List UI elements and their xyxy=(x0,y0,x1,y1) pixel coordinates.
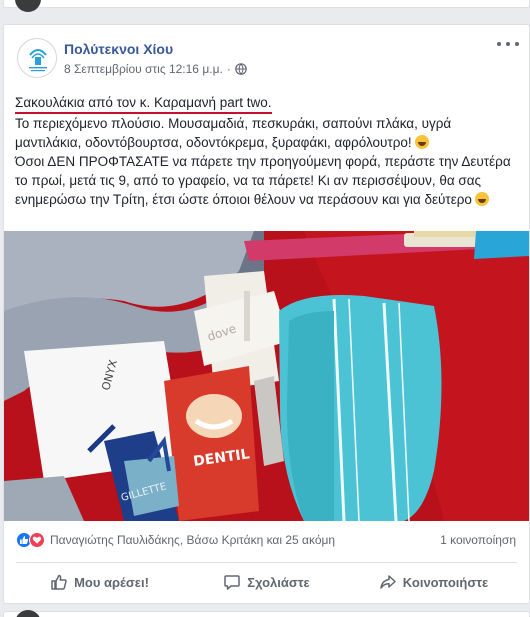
share-button[interactable]: Κοινοποιήστε xyxy=(350,566,517,598)
more-dot xyxy=(506,42,510,46)
love-reaction-icon xyxy=(29,532,45,548)
next-post-card xyxy=(3,611,530,617)
page-avatar[interactable] xyxy=(17,38,57,78)
previous-post-card xyxy=(3,0,530,8)
page-logo-icon xyxy=(19,40,56,77)
like-button-label: Μου αρέσει! xyxy=(74,574,149,590)
reactions-summary[interactable]: Παναγιώτης Παυλιδάκης, Βάσω Κριτάκη και … xyxy=(16,531,335,549)
more-dot xyxy=(497,42,501,46)
smiling-emoji-icon xyxy=(474,192,489,206)
meta-separator: · xyxy=(226,62,231,76)
share-button-label: Κοινοποιήστε xyxy=(402,574,489,590)
laughing-emoji-icon xyxy=(414,135,429,149)
post-paragraph-1: Το περιεχόμενο πλούσιο. Μουσαμαδιά, πεσκ… xyxy=(15,116,452,150)
post-actions: Μου αρέσει! Σχολιάστε Κοινοποιήστε xyxy=(16,566,517,598)
post-headline: Σακουλάκια από τον κ. Καραμανή part two. xyxy=(15,93,272,114)
post-photo[interactable]: dove ONYX DENTIL GILLETTE xyxy=(4,231,529,521)
share-count[interactable]: 1 κοινοποίηση xyxy=(440,533,516,547)
post-meta: 8 Σεπτεμβρίου στις 12:16 μ.μ. · xyxy=(64,62,247,76)
share-arrow-icon xyxy=(380,575,396,589)
post-text: Σακουλάκια από τον κ. Καραμανή part two.… xyxy=(15,93,515,209)
like-button[interactable]: Μου αρέσει! xyxy=(16,566,183,598)
globe-icon[interactable] xyxy=(235,63,247,75)
more-options-icon[interactable] xyxy=(497,37,519,51)
comment-button-label: Σχολιάστε xyxy=(247,574,310,590)
post-paragraph-2: Όσοι ΔΕΝ ΠΡΟΦΤΑΣΑΤΕ να πάρετε την προηγο… xyxy=(15,154,511,207)
post-card: Πολύτεκνοι Χίου 8 Σεπτεμβρίου στις 12:16… xyxy=(3,24,530,604)
comment-button[interactable]: Σχολιάστε xyxy=(183,566,350,598)
more-dot xyxy=(515,42,519,46)
post-timestamp[interactable]: 8 Σεπτεμβρίου στις 12:16 μ.μ. xyxy=(64,62,223,76)
comment-icon xyxy=(224,575,241,590)
thumbs-up-icon xyxy=(51,574,67,590)
actions-divider xyxy=(16,562,517,563)
page-name-link[interactable]: Πολύτεκνοι Χίου xyxy=(64,41,173,57)
reaction-names[interactable]: Παναγιώτης Παυλιδάκης, Βάσω Κριτάκη και … xyxy=(50,533,335,547)
photo-image: dove ONYX DENTIL GILLETTE xyxy=(4,231,529,521)
